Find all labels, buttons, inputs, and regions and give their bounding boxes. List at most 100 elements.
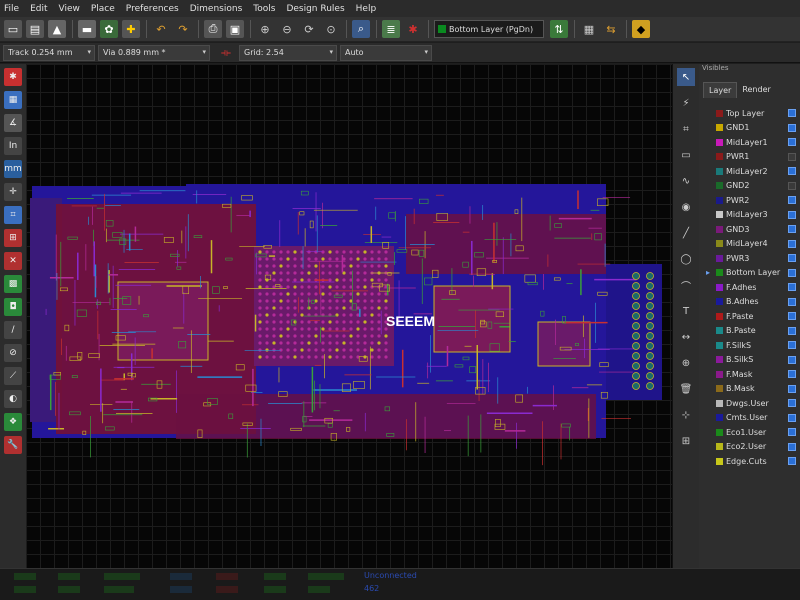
undo-icon[interactable]: ↶ [152,20,170,38]
layer-color-swatch[interactable] [716,341,723,349]
select-arrow-icon[interactable]: ↖ [677,68,695,86]
tab-render[interactable]: Render [737,82,775,98]
zoom-redraw-icon[interactable]: ⟳ [300,20,318,38]
add-text-icon[interactable]: T [677,302,695,320]
polar-coords-icon[interactable]: ∡ [4,114,22,132]
layer-color-swatch[interactable] [716,254,723,262]
find-icon[interactable]: ⌕ [352,20,370,38]
layer-row[interactable]: Dwgs.User [699,396,800,411]
menu-place[interactable]: Place [91,4,115,14]
layer-visibility-checkbox[interactable] [788,109,796,118]
layer-visibility-checkbox[interactable] [788,399,796,408]
add-dimension-icon[interactable]: ↔ [677,328,695,346]
layer-visibility-checkbox[interactable] [788,254,796,263]
autoroute-icon[interactable]: ⇆ [602,20,620,38]
layer-color-swatch[interactable] [716,428,723,436]
add-line-icon[interactable]: ╱ [677,224,695,242]
ratsnest-icon[interactable]: ⌗ [4,206,22,224]
layer-row[interactable]: Eco2.User [699,440,800,455]
print-icon[interactable]: ⎙ [204,20,222,38]
layer-row[interactable]: ▸ Bottom Layer [699,266,800,281]
layer-row[interactable]: Edge.Cuts [699,454,800,469]
layer-visibility-checkbox[interactable] [788,297,796,306]
layer-row[interactable]: F.Paste [699,309,800,324]
show-mode-icon[interactable]: ◆ [632,20,650,38]
save-board-icon[interactable]: ▲ [48,20,66,38]
layer-visibility-checkbox[interactable] [788,138,796,147]
layer-row[interactable]: B.Mask [699,382,800,397]
layer-color-swatch[interactable] [716,298,723,306]
grid-icon[interactable]: ▦ [4,91,22,109]
pad-sketch-icon[interactable]: / [4,321,22,339]
layer-visibility-checkbox[interactable] [788,384,796,393]
zone-outline-icon[interactable]: ◘ [4,298,22,316]
add-arc-icon[interactable]: ⌒ [677,276,695,294]
cursor-shape-icon[interactable]: ✛ [4,183,22,201]
layer-row[interactable]: B.SilkS [699,353,800,368]
layer-visibility-checkbox[interactable] [788,225,796,234]
layer-manager-icon[interactable]: ❖ [4,413,22,431]
new-board-icon[interactable]: ▭ [4,20,22,38]
zoom-out-icon[interactable]: ⊖ [278,20,296,38]
layer-row[interactable]: F.Adhes [699,280,800,295]
layer-color-swatch[interactable] [716,370,723,378]
layer-color-swatch[interactable] [716,153,723,161]
add-via-icon[interactable]: ◉ [677,198,695,216]
layer-color-swatch[interactable] [716,312,723,320]
layer-color-swatch[interactable] [716,414,723,422]
layer-color-swatch[interactable] [716,124,723,132]
layer-visibility-checkbox[interactable] [788,442,796,451]
mm-units-icon[interactable]: mm [4,160,22,178]
page-settings-icon[interactable]: ▬ [78,20,96,38]
layer-color-swatch[interactable] [716,385,723,393]
layer-visibility-checkbox[interactable] [788,457,796,466]
add-module-icon[interactable]: ▭ [677,146,695,164]
inch-units-icon[interactable]: In [4,137,22,155]
layer-row[interactable]: F.SilkS [699,338,800,353]
add-target-icon[interactable]: ⊕ [677,354,695,372]
layer-visibility-checkbox[interactable] [788,152,796,161]
layer-visibility-checkbox[interactable] [788,341,796,350]
layer-row[interactable]: MidLayer1 [699,135,800,150]
layer-color-swatch[interactable] [716,327,723,335]
layer-row[interactable]: MidLayer4 [699,237,800,252]
layer-visibility-checkbox[interactable] [788,210,796,219]
module-ratsnest-icon[interactable]: ⊞ [4,229,22,247]
redo-icon[interactable]: ↷ [174,20,192,38]
layer-row[interactable]: MidLayer3 [699,208,800,223]
menu-edit[interactable]: Edit [30,4,47,14]
layer-color-swatch[interactable] [716,283,723,291]
layer-visibility-checkbox[interactable] [788,268,796,277]
layer-color-swatch[interactable] [716,399,723,407]
highlight-net-icon[interactable]: ⚡ [677,94,695,112]
track-width-select[interactable]: Track 0.254 mm ▾ [3,44,95,61]
layer-row[interactable]: B.Paste [699,324,800,339]
layer-row[interactable]: Top Layer [699,106,800,121]
plot-icon[interactable]: ▣ [226,20,244,38]
layer-color-swatch[interactable] [716,211,723,219]
layer-color-swatch[interactable] [716,269,723,277]
menu-design-rules[interactable]: Design Rules [286,4,344,14]
layer-visibility-checkbox[interactable] [788,239,796,248]
layer-visibility-checkbox[interactable] [788,428,796,437]
auto-delete-track-icon[interactable]: ✕ [4,252,22,270]
layer-color-swatch[interactable] [716,109,723,117]
pcb-canvas[interactable]: SEEEM [26,64,672,568]
layer-color-swatch[interactable] [716,138,723,146]
menu-help[interactable]: Help [356,4,377,14]
layer-visibility-checkbox[interactable] [788,413,796,422]
layer-visibility-checkbox[interactable] [788,196,796,205]
module-editor-icon[interactable]: ✿ [100,20,118,38]
layer-visibility-checkbox[interactable] [788,326,796,335]
layer-color-swatch[interactable] [716,356,723,364]
layer-color-swatch[interactable] [716,167,723,175]
layer-visibility-checkbox[interactable] [788,123,796,132]
layer-color-swatch[interactable] [716,443,723,451]
layer-color-swatch[interactable] [716,225,723,233]
via-size-select[interactable]: Via 0.889 mm * ▾ [98,44,210,61]
set-origin-icon[interactable]: ⊹ [677,406,695,424]
auto-track-width-icon[interactable]: ⟛ [217,44,235,62]
layer-row[interactable]: Eco1.User [699,425,800,440]
layer-row[interactable]: PWR3 [699,251,800,266]
layer-visibility-checkbox[interactable] [788,312,796,321]
